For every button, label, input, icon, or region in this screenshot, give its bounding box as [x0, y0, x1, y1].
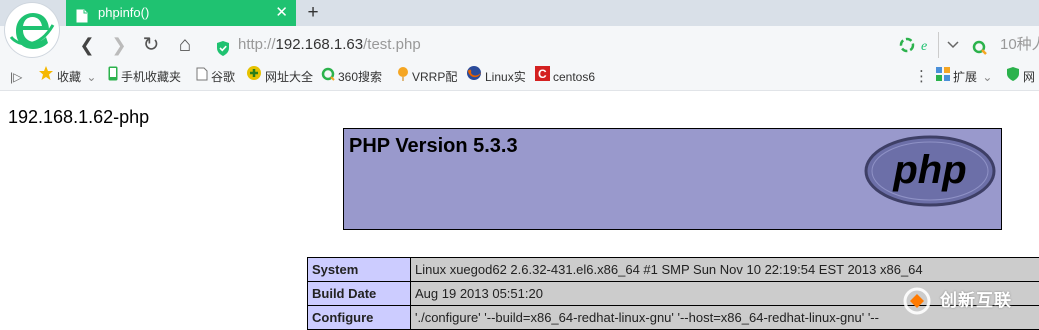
- url-text: http://192.168.1.63/test.php: [238, 31, 421, 59]
- url-scheme: http://: [238, 36, 276, 53]
- tab-title: phpinfo(): [98, 0, 149, 26]
- bookmark-label: 收藏: [57, 70, 81, 84]
- shield-icon: [216, 38, 230, 66]
- extensions-button[interactable]: 扩展 ⌄: [936, 64, 992, 90]
- globe-plus-icon: [246, 64, 262, 90]
- bookmark-label: 网: [1023, 70, 1035, 84]
- extensions-label: 扩展: [953, 70, 977, 84]
- chevron-down-icon: ⌄: [982, 70, 992, 84]
- bookmark-google[interactable]: 谷歌: [196, 64, 235, 90]
- watermark-text: 创新互联: [940, 286, 1012, 316]
- chevron-down-icon: ⌄: [86, 70, 96, 84]
- star-icon: [38, 64, 54, 90]
- bookmark-label: Linux实: [485, 70, 526, 84]
- php-logo-icon[interactable]: php: [864, 135, 996, 212]
- bookmark-site-directory[interactable]: 网址大全: [246, 64, 313, 90]
- tab-close-button[interactable]: ✕: [275, 0, 288, 26]
- watermark-logo-icon: [900, 286, 934, 326]
- row-key: Configure: [308, 306, 411, 330]
- sidebar-toggle-button[interactable]: |▷: [10, 64, 22, 90]
- watermark: 创新互联: [900, 286, 1039, 316]
- bookmark-label: centos6: [553, 70, 595, 84]
- search-360-icon: [972, 38, 988, 66]
- browser-logo-icon[interactable]: [5, 3, 59, 57]
- bookmark-favorites[interactable]: 收藏 ⌄: [38, 64, 96, 90]
- navigation-bar: ❮ ❯ ↻ ⌂ http://192.168.1.63/test.php e 1…: [0, 26, 1039, 64]
- bookmark-label: 手机收藏夹: [121, 70, 181, 84]
- url-path: /test.php: [363, 36, 421, 53]
- bookmark-label: VRRP配: [412, 70, 457, 84]
- bookmark-extra[interactable]: 网: [1006, 64, 1035, 90]
- php-version-title: PHP Version 5.3.3: [349, 135, 518, 158]
- bookmark-linux[interactable]: Linux实: [466, 64, 526, 90]
- bookmarks-bar: |▷ 收藏 ⌄ 手机收藏夹 谷歌 网址大全 360搜索 VRRP配 Linux实…: [0, 64, 1039, 91]
- tab-phpinfo[interactable]: phpinfo() ✕: [66, 0, 296, 26]
- bookmark-label: 谷歌: [211, 70, 235, 84]
- forward-button[interactable]: ❯: [108, 34, 130, 56]
- page-icon: [196, 64, 208, 90]
- shield-icon: [1006, 64, 1020, 90]
- svg-text:php: php: [892, 148, 966, 192]
- row-key: System: [308, 258, 411, 282]
- row-key: Build Date: [308, 282, 411, 306]
- document-icon: [76, 6, 88, 20]
- page-content: 192.168.1.62-php PHP Version 5.3.3 php S…: [0, 91, 1039, 329]
- svg-text:e: e: [921, 39, 927, 54]
- home-button[interactable]: ⌂: [174, 34, 196, 56]
- c-logo-icon: C: [535, 64, 550, 90]
- firefox-icon: [466, 64, 482, 90]
- refresh-button[interactable]: ↻: [140, 34, 162, 56]
- more-menu-button[interactable]: ⋮: [914, 64, 929, 90]
- search-text: 10种人: [1000, 31, 1039, 59]
- svg-text:C: C: [538, 67, 547, 81]
- bookmark-label: 360搜索: [338, 70, 382, 84]
- tab-bar: phpinfo() ✕ +: [0, 0, 1039, 26]
- url-host: 192.168.1.63: [276, 36, 364, 53]
- back-button[interactable]: ❮: [76, 34, 98, 56]
- grid-icon: [936, 64, 950, 90]
- separator: [938, 32, 939, 58]
- table-row: System Linux xuegod62 2.6.32-431.el6.x86…: [308, 258, 1039, 282]
- bookmark-mobile[interactable]: 手机收藏夹: [108, 64, 181, 90]
- bookmark-centos6[interactable]: Ccentos6: [535, 64, 595, 90]
- bookmark-vrrp[interactable]: VRRP配: [397, 64, 457, 90]
- page-heading: 192.168.1.62-php: [8, 107, 149, 128]
- bookmark-360-search[interactable]: 360搜索: [321, 64, 382, 90]
- bookmark-label: 网址大全: [265, 70, 313, 84]
- new-tab-button[interactable]: +: [304, 0, 322, 26]
- php-version-header: PHP Version 5.3.3 php: [343, 128, 1002, 230]
- balloon-icon: [397, 64, 409, 90]
- search-box[interactable]: 10种人: [972, 31, 1039, 59]
- phone-icon: [108, 64, 118, 90]
- ie-mode-icon[interactable]: e: [919, 34, 935, 56]
- search-360-icon: [321, 64, 335, 90]
- address-bar[interactable]: http://192.168.1.63/test.php: [208, 31, 888, 59]
- recycle-icon[interactable]: [899, 34, 915, 56]
- row-value: Linux xuegod62 2.6.32-431.el6.x86_64 #1 …: [411, 258, 1039, 282]
- chevron-down-icon[interactable]: [946, 34, 960, 56]
